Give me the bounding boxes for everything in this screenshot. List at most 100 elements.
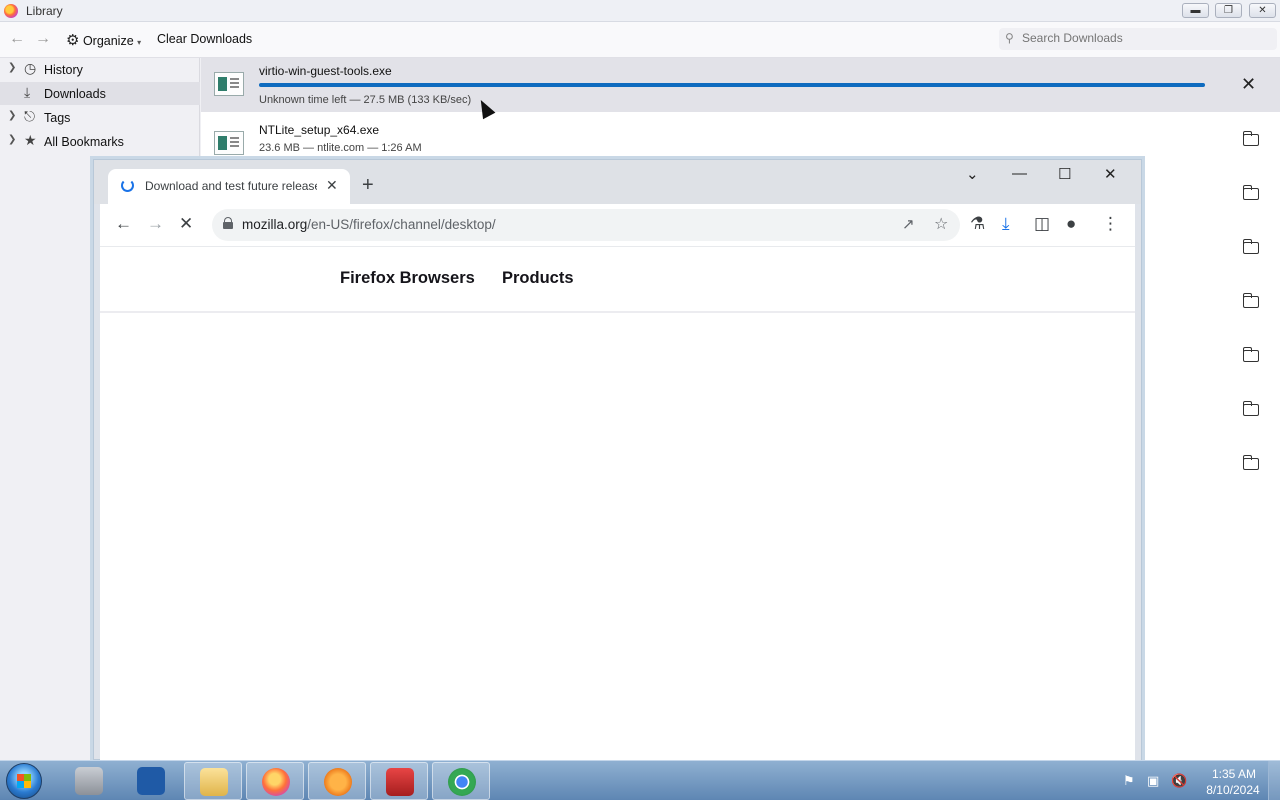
url-text: mozilla.org/en-US/firefox/channel/deskto… bbox=[242, 217, 496, 232]
browser-toolbar: ← → ✕ mozilla.org/en-US/firefox/channel/… bbox=[100, 204, 1135, 246]
download-status: 23.6 MB — ntlite.com — 1:26 AM bbox=[259, 142, 422, 154]
folder-icon bbox=[1242, 455, 1259, 470]
folder-icon bbox=[1242, 293, 1259, 308]
download-filename: NTLite_setup_x64.exe bbox=[259, 123, 380, 137]
firefox-icon bbox=[262, 768, 290, 796]
close-button[interactable]: ✕ bbox=[1104, 165, 1117, 183]
chevron-down-icon: ▾ bbox=[137, 38, 142, 47]
system-tray: ⚑ ▣ 🔇 1:35 AM 8/10/2024 bbox=[1115, 761, 1280, 800]
library-title: Library bbox=[26, 4, 63, 18]
loading-spinner-icon bbox=[121, 179, 134, 192]
tab-search-button[interactable]: ⌄ bbox=[966, 165, 979, 183]
labs-flask-icon[interactable]: ⚗ bbox=[970, 214, 985, 234]
open-folder-button[interactable] bbox=[1242, 131, 1261, 146]
menu-kebab-icon[interactable]: ⋮ bbox=[1102, 214, 1119, 234]
download-icon: ⤓ bbox=[24, 84, 31, 100]
taskbar-firefox[interactable] bbox=[246, 762, 304, 800]
exe-file-icon bbox=[214, 131, 244, 155]
bookmark-star-icon[interactable]: ☆ bbox=[934, 214, 948, 234]
exe-file-icon bbox=[214, 72, 244, 96]
taskbar-file-explorer[interactable] bbox=[184, 762, 242, 800]
firefox-logo-icon bbox=[4, 4, 18, 18]
download-filename: virtio-win-guest-tools.exe bbox=[259, 64, 392, 78]
chrome-icon bbox=[448, 768, 476, 796]
profile-avatar-icon[interactable]: ● bbox=[1066, 214, 1076, 234]
nav-products[interactable]: Products bbox=[502, 269, 574, 288]
start-button[interactable] bbox=[6, 763, 42, 799]
open-folder-button[interactable] bbox=[1242, 347, 1261, 362]
url-host: mozilla.org bbox=[242, 217, 308, 232]
maximize-button[interactable]: ☐ bbox=[1058, 165, 1071, 183]
taskbar-chrome[interactable] bbox=[432, 762, 490, 800]
open-folder-button[interactable] bbox=[1242, 239, 1261, 254]
forward-button[interactable]: → bbox=[147, 214, 164, 234]
folder-icon bbox=[1242, 401, 1259, 416]
restore-button[interactable]: ❐ bbox=[1215, 3, 1242, 18]
chevron-right-icon[interactable]: ❯ bbox=[8, 134, 16, 145]
open-folder-button[interactable] bbox=[1242, 401, 1261, 416]
scrollbar[interactable] bbox=[1135, 246, 1141, 760]
open-folder-button[interactable] bbox=[1242, 293, 1261, 308]
chevron-right-icon[interactable]: ❯ bbox=[8, 110, 16, 121]
download-status: Unknown time left — 27.5 MB (133 KB/sec) bbox=[259, 94, 472, 106]
organize-button[interactable]: ⚙ Organize ▾ bbox=[66, 31, 141, 49]
side-panel-icon[interactable]: ◫ bbox=[1034, 214, 1050, 234]
sidebar-item-downloads[interactable]: ⤓ Downloads bbox=[0, 82, 200, 105]
taskbar-vlc[interactable] bbox=[308, 762, 366, 800]
download-progress-bar bbox=[259, 83, 1205, 87]
chrome-window: Download and test future releases ✕ + ⌄ … bbox=[93, 159, 1142, 760]
header-divider bbox=[100, 311, 1135, 313]
nav-firefox-browsers[interactable]: Firefox Browsers bbox=[340, 269, 475, 288]
sidebar-item-label: Tags bbox=[44, 111, 71, 125]
chevron-right-icon[interactable]: ❯ bbox=[8, 62, 16, 73]
taskbar-toolbox[interactable] bbox=[370, 762, 428, 800]
share-icon[interactable]: ↗ bbox=[902, 215, 915, 233]
show-desktop-button[interactable] bbox=[1268, 761, 1280, 800]
sidebar-item-all-bookmarks[interactable]: ❯ ★ All Bookmarks bbox=[0, 130, 200, 153]
downloads-icon[interactable]: ⤓ bbox=[1002, 214, 1010, 234]
clock-icon: ◷ bbox=[24, 60, 37, 76]
taskbar-server-manager[interactable] bbox=[60, 762, 118, 800]
clear-downloads-button[interactable]: Clear Downloads bbox=[157, 32, 252, 46]
open-folder-button[interactable] bbox=[1242, 455, 1261, 470]
sidebar-item-label: All Bookmarks bbox=[44, 135, 124, 149]
library-titlebar: Library ▬ ❐ ✕ bbox=[0, 0, 1280, 22]
address-bar[interactable]: mozilla.org/en-US/firefox/channel/deskto… bbox=[212, 209, 960, 241]
browser-tab[interactable]: Download and test future releases ✕ bbox=[108, 169, 350, 204]
forward-button[interactable]: → bbox=[35, 30, 51, 48]
vlc-icon bbox=[324, 768, 352, 796]
organize-label: Organize bbox=[82, 34, 134, 48]
action-center-flag-icon[interactable]: ⚑ bbox=[1123, 773, 1135, 789]
close-button[interactable]: ✕ bbox=[1249, 3, 1276, 18]
clock-time[interactable]: 1:35 AM bbox=[1204, 767, 1264, 781]
search-field[interactable]: ⚲ bbox=[999, 28, 1277, 50]
minimize-button[interactable]: — bbox=[1012, 165, 1027, 182]
cancel-download-button[interactable]: ✕ bbox=[1241, 74, 1256, 95]
clock-date[interactable]: 8/10/2024 bbox=[1199, 783, 1267, 797]
windows-logo-icon bbox=[17, 774, 31, 788]
server-manager-icon bbox=[75, 767, 103, 795]
sidebar-item-tags[interactable]: ❯ ⎋ Tags bbox=[0, 106, 200, 129]
network-icon[interactable]: ▣ bbox=[1147, 773, 1159, 789]
back-button[interactable]: ← bbox=[9, 30, 25, 48]
tag-icon: ⎋ bbox=[24, 108, 36, 124]
sidebar-item-history[interactable]: ❯ ◷ History bbox=[0, 58, 200, 81]
lock-icon bbox=[223, 217, 233, 229]
tab-close-button[interactable]: ✕ bbox=[326, 177, 338, 194]
toolbox-icon bbox=[386, 768, 414, 796]
new-tab-button[interactable]: + bbox=[362, 174, 374, 197]
open-folder-button[interactable] bbox=[1242, 185, 1261, 200]
download-item[interactable]: virtio-win-guest-tools.exe Unknown time … bbox=[201, 58, 1280, 112]
stop-loading-button[interactable]: ✕ bbox=[179, 214, 193, 234]
search-input[interactable] bbox=[1022, 31, 1262, 45]
tab-strip: Download and test future releases ✕ + ⌄ … bbox=[94, 160, 1141, 204]
volume-muted-icon[interactable]: 🔇 bbox=[1171, 773, 1187, 789]
web-page: Firefox Browsers Products bbox=[100, 246, 1135, 760]
url-path: /en-US/firefox/channel/desktop/ bbox=[307, 217, 496, 232]
minimize-button[interactable]: ▬ bbox=[1182, 3, 1209, 18]
folder-icon bbox=[1242, 347, 1259, 362]
tab-title: Download and test future releases bbox=[145, 179, 317, 193]
back-button[interactable]: ← bbox=[115, 214, 132, 234]
folder-icon bbox=[1242, 239, 1259, 254]
taskbar-powershell[interactable] bbox=[122, 762, 180, 800]
